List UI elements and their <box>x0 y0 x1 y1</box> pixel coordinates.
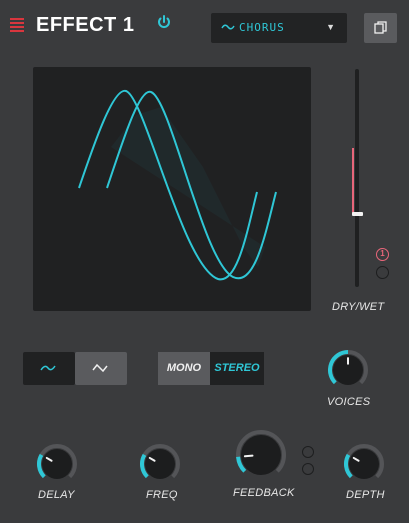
chevron-down-icon: ▼ <box>326 22 335 32</box>
modulation-slot-1[interactable]: 1 <box>376 248 389 261</box>
dry-wet-slider[interactable] <box>355 69 359 287</box>
depth-knob[interactable] <box>344 444 384 484</box>
dry-wet-mod-range <box>352 148 354 214</box>
feedback-mod-slot-1[interactable] <box>302 446 314 458</box>
feedback-label: FEEDBACK <box>233 487 295 499</box>
delay-knob-body <box>42 449 72 479</box>
feedback-knob-body <box>241 435 281 475</box>
sine-wave-button[interactable] <box>23 352 75 385</box>
feedback-knob-pointer <box>243 454 254 458</box>
modulation-slot-2[interactable] <box>376 266 389 279</box>
voices-knob[interactable] <box>328 350 368 390</box>
triangle-wave-icon <box>92 363 108 373</box>
feedback-knob[interactable] <box>236 430 286 480</box>
effect-type-dropdown[interactable]: CHORUS ▼ <box>211 13 347 43</box>
dry-wet-label: DRY/WET <box>332 301 385 313</box>
copy-button[interactable] <box>364 13 397 43</box>
dry-wet-handle[interactable] <box>352 212 363 216</box>
effect-title: EFFECT 1 <box>36 14 135 36</box>
freq-knob-body <box>145 449 175 479</box>
feedback-mod-slot-2[interactable] <box>302 463 314 475</box>
depth-knob-body <box>349 449 379 479</box>
feedback-knob-graphic <box>236 430 286 475</box>
depth-knob-graphic <box>344 444 384 479</box>
mod-slot-number: 1 <box>380 249 385 258</box>
delay-label: DELAY <box>38 489 75 501</box>
depth-label: DEPTH <box>346 489 385 501</box>
voices-label: VOICES <box>327 396 371 408</box>
sine-wave-icon <box>221 24 235 30</box>
freq-knob[interactable] <box>140 444 180 484</box>
mono-toggle[interactable]: MONO <box>158 352 210 385</box>
freq-label: FREQ <box>146 489 178 501</box>
effect-type-label: CHORUS <box>239 21 285 34</box>
hamburger-menu-icon[interactable] <box>10 18 24 32</box>
stereo-toggle[interactable]: STEREO <box>210 352 264 385</box>
triangle-wave-button[interactable] <box>75 352 127 385</box>
delay-knob-graphic <box>37 444 77 479</box>
voices-knob-graphic <box>328 350 368 385</box>
power-icon[interactable] <box>155 13 173 31</box>
waveform-display <box>33 67 311 311</box>
sine-wave-icon <box>40 365 56 371</box>
freq-knob-graphic <box>140 444 180 479</box>
copy-icon <box>374 21 387 34</box>
delay-knob[interactable] <box>37 444 77 484</box>
